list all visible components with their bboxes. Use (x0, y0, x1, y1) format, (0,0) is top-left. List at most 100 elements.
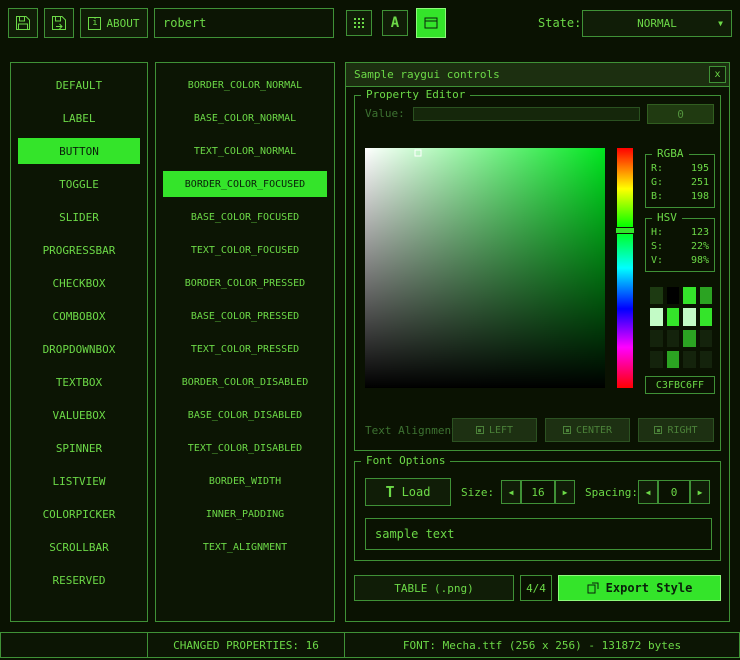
value-slider[interactable] (413, 107, 640, 121)
control-item-valuebox[interactable]: VALUEBOX (18, 402, 140, 428)
color-swatch[interactable] (666, 329, 681, 348)
size-value[interactable]: 16 (521, 480, 555, 504)
size-decrease-button[interactable]: ◀ (501, 480, 521, 504)
text-alignment-label: Text Alignment (365, 424, 458, 437)
color-swatch[interactable] (699, 350, 714, 369)
align-right-icon (654, 426, 662, 434)
hsv-title: HSV (652, 211, 682, 225)
rgba-title: RGBA (652, 147, 689, 161)
align-center-icon (563, 426, 571, 434)
control-item-colorpicker[interactable]: COLORPICKER (18, 501, 140, 527)
property-item[interactable]: BORDER_COLOR_NORMAL (163, 72, 327, 98)
color-swatch[interactable] (666, 307, 681, 326)
control-item-listview[interactable]: LISTVIEW (18, 468, 140, 494)
rgba-blue-row: B:198 (651, 190, 709, 204)
align-left-button[interactable]: LEFT (452, 418, 537, 442)
page-counter: 4/4 (520, 575, 552, 601)
spacing-increase-button[interactable]: ▶ (690, 480, 710, 504)
control-item-default[interactable]: DEFAULT (18, 72, 140, 98)
control-item-label[interactable]: LABEL (18, 105, 140, 131)
property-item-selected[interactable]: BORDER_COLOR_FOCUSED (163, 171, 327, 197)
property-item[interactable]: BASE_COLOR_NORMAL (163, 105, 327, 131)
hue-slider[interactable] (617, 148, 633, 388)
property-item[interactable]: TEXT_ALIGNMENT (163, 534, 327, 560)
style-name-input[interactable] (154, 8, 334, 38)
sample-text-input[interactable]: sample text (365, 518, 712, 550)
hsv-sat-row: S:22% (651, 240, 709, 254)
spacing-decrease-button[interactable]: ◀ (638, 480, 658, 504)
control-item-combobox[interactable]: COMBOBOX (18, 303, 140, 329)
font-mode-button[interactable]: A (382, 10, 408, 36)
window-titlebar[interactable]: Sample raygui controls x (346, 63, 729, 87)
value-button[interactable]: 0 (647, 104, 714, 124)
close-button[interactable]: x (709, 66, 726, 83)
text-glyph-icon: T (386, 483, 395, 501)
chevron-down-icon: ▼ (718, 19, 723, 28)
control-item-spinner[interactable]: SPINNER (18, 435, 140, 461)
color-swatch[interactable] (666, 350, 681, 369)
property-editor-group: Property Editor Value: 0 RGBA R:195 G:25… (354, 95, 721, 451)
state-dropdown[interactable]: NORMAL ▼ (582, 10, 732, 37)
color-swatch[interactable] (682, 329, 697, 348)
save-style-as-button[interactable] (44, 8, 74, 38)
color-picker-panel[interactable] (365, 148, 605, 388)
property-item[interactable]: BASE_COLOR_PRESSED (163, 303, 327, 329)
color-picker-cursor[interactable] (414, 149, 421, 156)
sample-controls-window: Sample raygui controls x Property Editor… (345, 62, 730, 622)
property-editor-title: Property Editor (361, 88, 470, 102)
property-item[interactable]: TEXT_COLOR_FOCUSED (163, 237, 327, 263)
hsv-val-row: V:98% (651, 254, 709, 268)
color-swatch[interactable] (699, 286, 714, 305)
property-item[interactable]: INNER_PADDING (163, 501, 327, 527)
property-item[interactable]: BORDER_COLOR_PRESSED (163, 270, 327, 296)
window-title: Sample raygui controls (346, 68, 500, 81)
color-swatch[interactable] (649, 307, 664, 326)
hue-slider-handle[interactable] (615, 227, 635, 234)
color-swatch[interactable] (699, 329, 714, 348)
property-item[interactable]: BORDER_WIDTH (163, 468, 327, 494)
control-item-scrollbar[interactable]: SCROLLBAR (18, 534, 140, 560)
property-item[interactable]: TEXT_COLOR_PRESSED (163, 336, 327, 362)
property-item[interactable]: TEXT_COLOR_NORMAL (163, 138, 327, 164)
rguistyler-app: i ABOUT A State: NORMAL ▼ DEFAULT LABEL … (0, 0, 740, 660)
color-swatch[interactable] (682, 286, 697, 305)
rgba-group: RGBA R:195 G:251 B:198 (645, 154, 715, 208)
control-item-slider[interactable]: SLIDER (18, 204, 140, 230)
rgba-green-row: G:251 (651, 176, 709, 190)
property-item[interactable]: TEXT_COLOR_DISABLED (163, 435, 327, 461)
control-item-checkbox[interactable]: CHECKBOX (18, 270, 140, 296)
about-button[interactable]: i ABOUT (80, 8, 148, 38)
control-item-reserved[interactable]: RESERVED (18, 567, 140, 593)
control-item-progressbar[interactable]: PROGRESSBAR (18, 237, 140, 263)
style-color-palette (649, 286, 713, 369)
color-swatch[interactable] (682, 350, 697, 369)
status-font-info: FONT: Mecha.ttf (256 x 256) - 131872 byt… (344, 632, 740, 658)
color-swatch[interactable] (649, 286, 664, 305)
align-right-button[interactable]: RIGHT (638, 418, 714, 442)
hex-value-box[interactable]: C3FBC6FF (645, 376, 715, 394)
status-bar: CHANGED PROPERTIES: 16 FONT: Mecha.ttf (… (0, 632, 740, 658)
control-item-dropdownbox[interactable]: DROPDOWNBOX (18, 336, 140, 362)
control-item-button[interactable]: BUTTON (18, 138, 140, 164)
color-swatch[interactable] (682, 307, 697, 326)
color-swatch[interactable] (649, 329, 664, 348)
spacing-value[interactable]: 0 (658, 480, 690, 504)
grid-toggle-button[interactable] (346, 10, 372, 36)
color-swatch[interactable] (699, 307, 714, 326)
control-item-textbox[interactable]: TEXTBOX (18, 369, 140, 395)
font-options-title: Font Options (361, 454, 450, 468)
color-swatch[interactable] (649, 350, 664, 369)
property-item[interactable]: BORDER_COLOR_DISABLED (163, 369, 327, 395)
size-label: Size: (461, 486, 494, 499)
font-load-button[interactable]: T Load (365, 478, 451, 506)
property-item[interactable]: BASE_COLOR_DISABLED (163, 402, 327, 428)
control-item-toggle[interactable]: TOGGLE (18, 171, 140, 197)
size-increase-button[interactable]: ▶ (555, 480, 575, 504)
property-item[interactable]: BASE_COLOR_FOCUSED (163, 204, 327, 230)
save-style-button[interactable] (8, 8, 38, 38)
export-format-button[interactable]: TABLE (.png) (354, 575, 514, 601)
table-view-button[interactable] (416, 8, 446, 38)
align-center-button[interactable]: CENTER (545, 418, 630, 442)
export-style-button[interactable]: Export Style (558, 575, 721, 601)
color-swatch[interactable] (666, 286, 681, 305)
